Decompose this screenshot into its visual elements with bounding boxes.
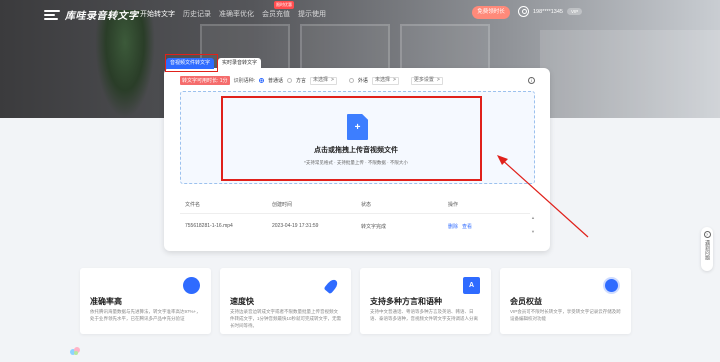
tab-realtime-record[interactable]: 实时录音转文字: [218, 58, 262, 69]
main-nav: 开始转文字 历史记录 准确率优化 会员充值 限时优惠 提示使用: [140, 1, 326, 19]
user-menu[interactable]: 198****1345 VIP: [518, 6, 583, 17]
free-time-button[interactable]: 免费领时长: [472, 6, 510, 19]
question-icon: ?: [703, 231, 711, 238]
footer-logo-icon: [70, 347, 80, 355]
promo-badge: 限时优惠: [274, 1, 294, 9]
hero-shelf: [540, 30, 720, 118]
feature-desc: 依托腾讯海量数据与先进算法，转文字准率高达97%+，处于业界领先水平，已在腾讯多…: [90, 309, 201, 321]
foreign-select[interactable]: 未选择 >: [371, 76, 399, 85]
feature-desc: 支持中文普通话、粤语等多种方言及英语、韩语、日语、泰语等多语种，音视频文件转文字…: [370, 309, 478, 321]
nav-item-history[interactable]: 历史记录: [183, 9, 211, 19]
target-icon: [183, 277, 200, 294]
feature-desc: 支持边录音边转成文字或者不限数量批量上传音视频文件转成文字，1分钟音频最快10秒…: [230, 309, 342, 328]
chevron-right-icon: >: [331, 77, 334, 83]
feature-card: 准确率高 依托腾讯海量数据与先进算法，转文字准率高达97%+，处于业界领先水平，…: [80, 268, 211, 334]
nav-item-membership[interactable]: 会员充值 限时优惠: [262, 1, 294, 19]
medal-icon: [603, 277, 620, 294]
feature-card: 会员权益 VIP会员可不限时长转文字，享受转文字记录云存储及跨设备编辑校对功能: [500, 268, 631, 334]
feature-card: 速度快 支持边录音边转成文字或者不限数量批量上传音视频文件转成文字，1分钟音频最…: [220, 268, 351, 334]
feature-title: 速度快: [230, 297, 254, 306]
rocket-icon: [323, 277, 340, 294]
feature-desc: VIP会员可不限时长转文字，享受转文字记录云存储及跨设备编辑校对功能: [510, 309, 621, 321]
radio-mandarin[interactable]: [258, 78, 264, 83]
quota-badge: 转文字可用时长: 1分: [180, 76, 230, 85]
col-filename: 文件名: [185, 202, 201, 208]
avatar-icon[interactable]: [518, 6, 529, 17]
radio-foreign[interactable]: [348, 78, 354, 83]
user-phone: 198****1345: [533, 8, 563, 15]
row-created: 2023-04-19 17:31:59: [272, 223, 319, 229]
brand-logo[interactable]: 库哇录音转文字: [44, 7, 139, 22]
col-created: 创建时间: [272, 202, 293, 208]
feature-list: 准确率高 依托腾讯海量数据与先进算法，转文字准率高达97%+，处于业界领先水平，…: [80, 268, 631, 334]
row-view-link[interactable]: 查看: [462, 223, 472, 230]
logo-icon: [44, 9, 60, 21]
feature-title: 会员权益: [510, 297, 542, 306]
nav-item-accuracy[interactable]: 准确率优化: [219, 9, 254, 19]
dialect-select[interactable]: 未选择 >: [309, 76, 337, 85]
feature-title: 准确率高: [90, 297, 122, 306]
feature-card: A 支持多种方言和语种 支持中文普通话、粤语等多种方言及英语、韩语、日语、泰语等…: [360, 268, 491, 334]
radio-dialect[interactable]: [286, 78, 292, 83]
upload-highlight-box: [221, 96, 482, 181]
options-row: 转文字可用时长: 1分 识别语种: 普通话 方言 未选择 > 外语 未选择 > 更多…: [180, 76, 443, 85]
help-widget-label: 遇到问题: [704, 240, 710, 260]
col-actions: 操作: [448, 202, 459, 208]
vip-tag: VIP: [566, 8, 583, 15]
nav-item-start[interactable]: 开始转文字: [140, 9, 175, 19]
language-icon: A: [463, 277, 480, 294]
list-divider: [180, 213, 530, 214]
scroll-down-icon[interactable]: ▼: [531, 229, 535, 234]
radio-mandarin-label: 普通话: [267, 78, 283, 84]
row-status: 转文字完成: [361, 224, 387, 230]
language-label: 识别语种:: [233, 78, 255, 84]
row-filename: 755618281-1-16.mp4: [185, 223, 233, 229]
tab-highlight-box: [165, 54, 218, 72]
help-widget[interactable]: ? 遇到问题: [701, 227, 713, 271]
radio-foreign-label: 外语: [357, 78, 368, 84]
row-delete-link[interactable]: 删除: [448, 223, 458, 230]
chevron-right-icon: >: [392, 77, 396, 83]
col-status: 状态: [361, 202, 372, 208]
nav-item-help[interactable]: 提示使用: [298, 9, 326, 19]
brand-name: 库哇录音转文字: [65, 11, 139, 22]
radio-dialect-label: 方言: [295, 78, 306, 84]
top-bar: 库哇录音转文字 开始转文字 历史记录 准确率优化 会员充值 限时优惠 提示使用 免…: [0, 0, 720, 27]
scroll-up-icon[interactable]: ▲: [531, 215, 535, 220]
more-settings-button[interactable]: 更多设置 >: [410, 76, 443, 85]
chevron-right-icon: >: [436, 77, 440, 83]
info-icon[interactable]: i: [528, 77, 535, 84]
feature-title: 支持多种方言和语种: [370, 297, 442, 306]
